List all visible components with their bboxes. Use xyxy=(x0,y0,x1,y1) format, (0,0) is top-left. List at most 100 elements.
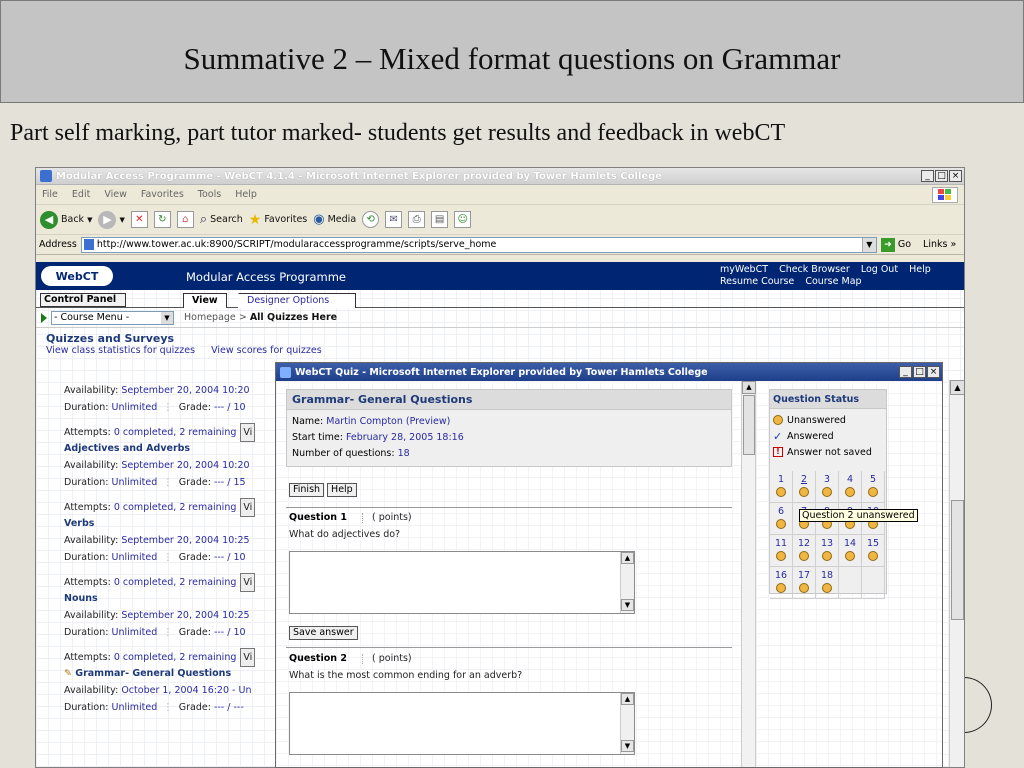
minimize-button[interactable]: _ xyxy=(921,170,934,182)
menu-view[interactable]: View xyxy=(104,189,127,200)
page-scrollbar[interactable]: ▲ xyxy=(949,380,964,767)
webct-logo[interactable]: WebCT xyxy=(41,266,113,286)
question-cell[interactable]: 5 xyxy=(862,471,885,503)
scroll-down-icon[interactable]: ▼ xyxy=(621,740,634,752)
question-cell[interactable]: 4 xyxy=(839,471,862,503)
play-icon[interactable] xyxy=(41,312,47,323)
print-icon[interactable]: ⎙ xyxy=(408,211,426,228)
refresh-icon[interactable]: ↻ xyxy=(153,211,171,228)
scroll-down-icon[interactable]: ▼ xyxy=(621,599,634,611)
view-button[interactable]: Vi xyxy=(240,573,256,592)
question-cell[interactable]: 2 xyxy=(793,471,816,503)
menu-file[interactable]: File xyxy=(42,189,58,200)
messenger-icon[interactable]: ☺ xyxy=(454,211,472,228)
scroll-up-icon[interactable]: ▲ xyxy=(742,381,756,394)
link-log-out[interactable]: Log Out xyxy=(861,264,898,275)
view-button[interactable]: Vi xyxy=(240,498,256,517)
grade-label: Grade: xyxy=(178,552,211,563)
forward-arrow-icon: ▶ xyxy=(98,210,117,229)
links-label: Links xyxy=(923,239,948,250)
finish-button[interactable]: Finish xyxy=(289,483,325,497)
quiz-name[interactable]: Adjectives and Adverbs xyxy=(64,440,304,457)
quiz-name[interactable]: Nouns xyxy=(64,590,304,607)
question-cell[interactable]: 15 xyxy=(862,535,885,567)
tab-view[interactable]: View xyxy=(183,293,227,308)
scroll-up-icon[interactable]: ▲ xyxy=(621,552,634,564)
slide-title: Summative 2 – Mixed format questions on … xyxy=(183,41,841,76)
control-panel-button[interactable]: Control Panel xyxy=(40,293,126,307)
question-1-points: ( points) xyxy=(362,512,412,523)
question-1-answer-textarea[interactable]: ▲ ▼ xyxy=(289,551,635,614)
question-cell[interactable]: 1 xyxy=(770,471,793,503)
link-course-map[interactable]: Course Map xyxy=(805,276,861,287)
class-statistics-link[interactable]: View class statistics for quizzes xyxy=(46,345,195,356)
question-cell[interactable]: 13 xyxy=(816,535,839,567)
toolbar: ◀ Back ▼ ▶ ▼ ✕ ↻ ⌂ ⌕ Search ★ Favorites … xyxy=(36,205,964,235)
maximize-button[interactable]: □ xyxy=(935,170,948,182)
edit-icon[interactable]: ▤ xyxy=(431,211,449,228)
question-cell[interactable]: 11 xyxy=(770,535,793,567)
forward-button[interactable]: ▶ ▼ xyxy=(98,210,125,229)
question-cell[interactable]: 3 xyxy=(816,471,839,503)
question-2-answer-textarea[interactable]: ▲ ▼ xyxy=(289,692,635,755)
search-button[interactable]: ⌕ Search xyxy=(200,212,243,227)
save-answer-button[interactable]: Save answer xyxy=(289,626,358,640)
link-help[interactable]: Help xyxy=(909,264,931,275)
duration-value: Unlimited xyxy=(111,702,158,713)
scores-link[interactable]: View scores for quizzes xyxy=(211,345,322,356)
question-cell[interactable]: 16 xyxy=(770,567,793,599)
menu-tools[interactable]: Tools xyxy=(198,189,221,200)
course-menu-select[interactable]: - Course Menu - ▼ xyxy=(51,310,174,325)
view-button[interactable]: Vi xyxy=(240,423,256,442)
menu-edit[interactable]: Edit xyxy=(72,189,90,200)
view-button[interactable]: Vi xyxy=(240,648,256,667)
scroll-up-icon[interactable]: ▲ xyxy=(950,380,964,395)
tab-designer-options[interactable]: Designer Options xyxy=(238,293,356,308)
breadcrumb-home[interactable]: Homepage xyxy=(184,312,236,323)
minimize-button[interactable]: _ xyxy=(899,366,912,378)
unanswered-dot-icon xyxy=(822,487,832,497)
close-button[interactable]: × xyxy=(949,170,962,182)
question-cell[interactable]: 12 xyxy=(793,535,816,567)
favorites-button[interactable]: ★ Favorites xyxy=(249,212,307,228)
history-icon[interactable]: ⟲ xyxy=(362,211,380,228)
availability-label: Availability: xyxy=(64,610,119,621)
close-button[interactable]: × xyxy=(927,366,940,378)
link-check-browser[interactable]: Check Browser xyxy=(779,264,850,275)
go-button[interactable]: ➜ Go xyxy=(880,237,911,252)
duration-label: Duration: xyxy=(64,477,109,488)
question-cell[interactable]: 17 xyxy=(793,567,816,599)
scroll-up-icon[interactable]: ▲ xyxy=(621,693,634,705)
link-mywebct[interactable]: myWebCT xyxy=(720,264,768,275)
quiz-name[interactable]: Verbs xyxy=(64,515,304,532)
scrollbar-thumb[interactable] xyxy=(951,500,964,620)
scrollbar-thumb[interactable] xyxy=(743,395,755,455)
quiz-name[interactable]: ✎ Grammar- General Questions xyxy=(64,665,304,682)
mail-icon[interactable]: ✉ xyxy=(385,211,403,228)
home-icon[interactable]: ⌂ xyxy=(176,211,194,228)
duration-value: Unlimited xyxy=(111,627,158,638)
textarea-scrollbar[interactable]: ▲ ▼ xyxy=(620,693,634,754)
back-button[interactable]: ◀ Back ▼ xyxy=(40,210,92,229)
duration-row: Duration: Unlimited ⋮ Grade: --- / 10 xyxy=(64,552,246,563)
webct-header: WebCT Modular Access Programme myWebCT C… xyxy=(36,262,964,290)
question-cell-empty xyxy=(862,567,885,599)
menu-help[interactable]: Help xyxy=(235,189,257,200)
question-cell[interactable]: 18 xyxy=(816,567,839,599)
textarea-scrollbar[interactable]: ▲ ▼ xyxy=(620,552,634,613)
address-input[interactable]: http://www.tower.ac.uk:8900/SCRIPT/modul… xyxy=(80,236,877,253)
menu-favorites[interactable]: Favorites xyxy=(141,189,184,200)
question-cell[interactable]: 14 xyxy=(839,535,862,567)
legend-unanswered: Unanswered xyxy=(773,412,883,428)
media-button[interactable]: ◉ Media xyxy=(313,212,356,227)
link-resume-course[interactable]: Resume Course xyxy=(720,276,794,287)
links-button[interactable]: Links » xyxy=(923,239,956,250)
help-button[interactable]: Help xyxy=(327,483,357,497)
question-cell[interactable]: 6 xyxy=(770,503,793,535)
chevron-down-icon[interactable]: ▼ xyxy=(861,237,876,252)
maximize-button[interactable]: □ xyxy=(913,366,926,378)
stop-icon[interactable]: ✕ xyxy=(130,211,148,228)
quiz-list: Availability: September 20, 2004 10:20 D… xyxy=(64,382,304,716)
popup-scrollbar[interactable]: ▲ xyxy=(741,381,756,767)
legend-label: Answer not saved xyxy=(787,446,872,458)
